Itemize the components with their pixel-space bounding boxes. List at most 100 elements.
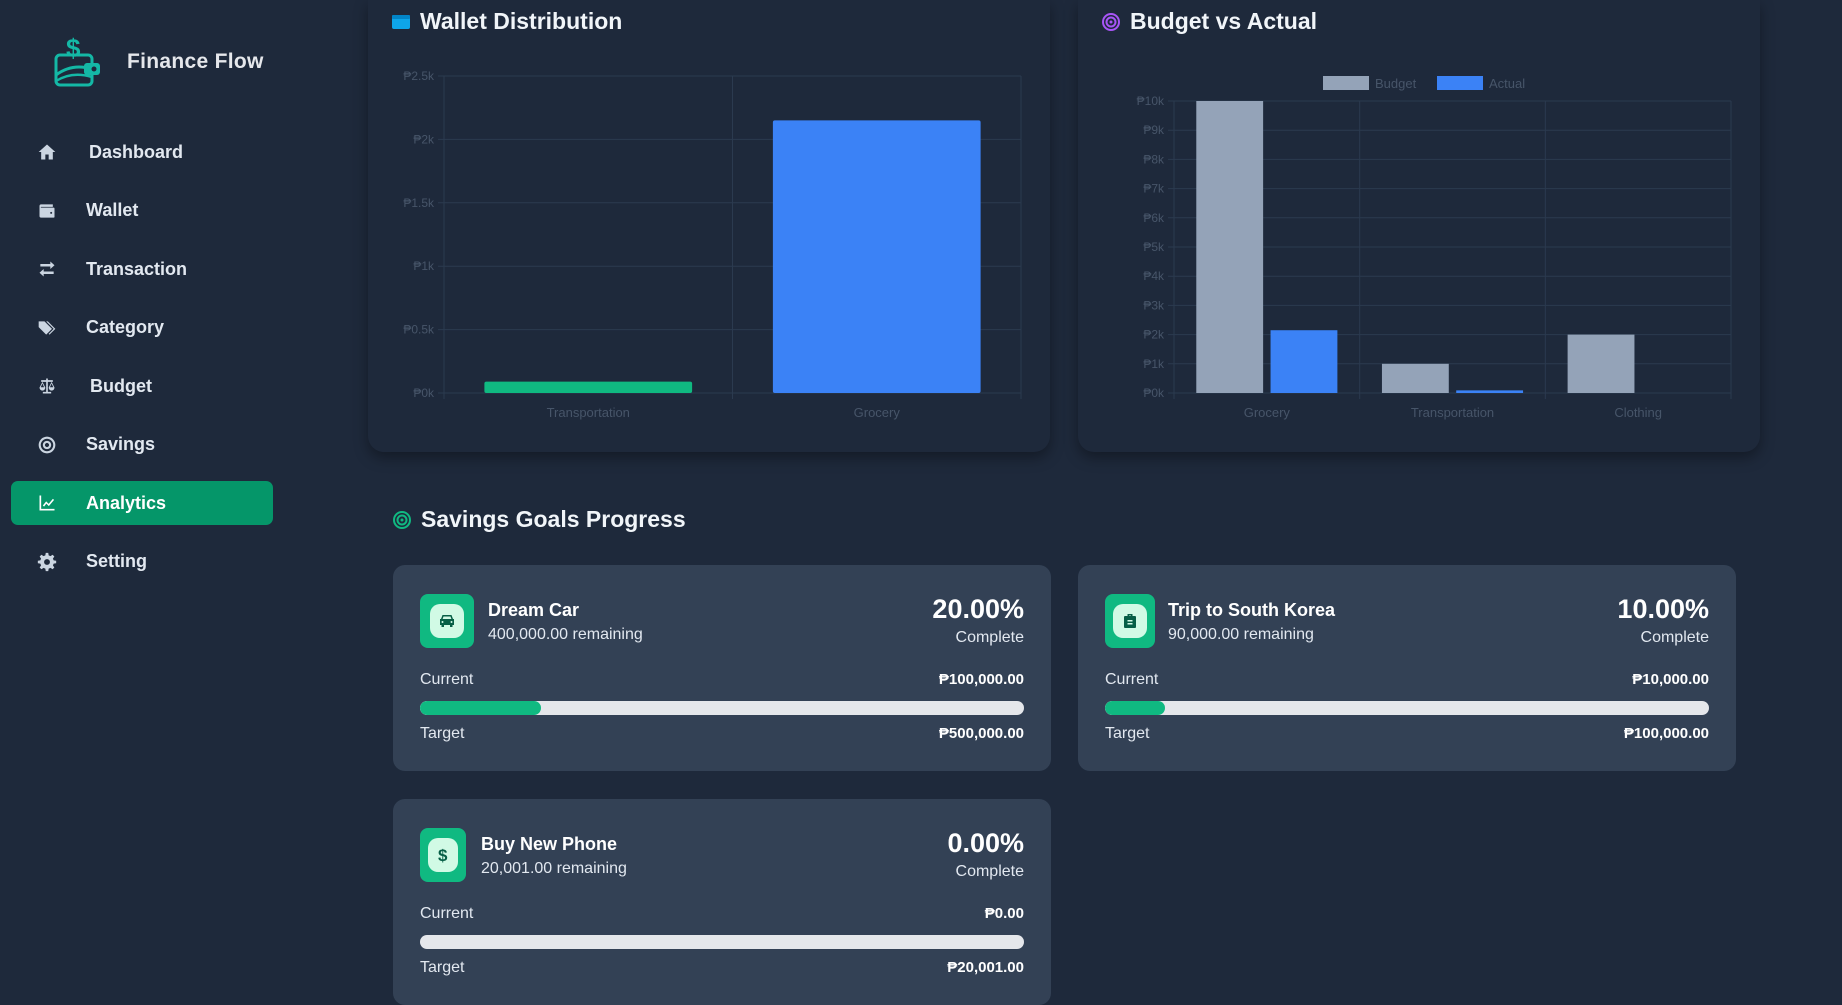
budget-vs-actual-panel: Budget vs Actual ₱0k ₱1k ₱2k ₱3k ₱4k ₱5k ₱6k ₱7… — [1078, 0, 1760, 452]
sidebar-item-dashboard[interactable]: Dashboard — [11, 130, 273, 174]
y-tick-label: ₱1k — [413, 259, 435, 273]
car-icon — [440, 615, 454, 627]
sidebar-item-category[interactable]: Category — [11, 306, 273, 350]
sidebar: $ Finance Flow Dashboard Wallet Transact… — [0, 0, 290, 972]
target-label: Target — [420, 725, 465, 742]
y-tick-label: ₱3k — [1143, 298, 1165, 312]
progress-bar — [420, 701, 1024, 715]
sidebar-item-wallet[interactable]: Wallet — [11, 189, 273, 233]
bar — [484, 381, 693, 393]
goal-icon-badge — [1105, 594, 1155, 648]
target-icon — [393, 510, 411, 529]
savings-goals-title: Savings Goals Progress — [393, 506, 686, 533]
current-value: ₱0.00 — [984, 905, 1024, 922]
progress-fill — [420, 701, 541, 715]
sidebar-item-label: Transaction — [86, 258, 188, 279]
x-tick-label: Transportation — [1411, 405, 1494, 420]
legend-swatch-budget — [1323, 76, 1369, 90]
goal-percent: 0.00% — [947, 828, 1024, 858]
target-label: Target — [420, 959, 465, 976]
exchange-icon — [35, 257, 59, 281]
tags-icon — [35, 316, 59, 340]
target-value: ₱20,001.00 — [947, 959, 1024, 976]
current-label: Current — [1105, 671, 1159, 688]
sidebar-item-label: Analytics — [86, 492, 167, 513]
progress-fill — [1105, 701, 1166, 715]
goal-name: Dream Car — [488, 600, 580, 620]
sidebar-item-label: Budget — [90, 375, 152, 396]
dollar-icon: $ — [438, 846, 448, 865]
app-name: Finance Flow — [127, 50, 264, 73]
sidebar-item-setting[interactable]: Setting — [11, 540, 273, 584]
goal-remaining: 90,000.00 remaining — [1168, 626, 1314, 643]
bar-actual — [1456, 390, 1524, 393]
y-tick-label: ₱4k — [1143, 269, 1165, 283]
current-label: Current — [420, 905, 474, 922]
budget-vs-actual-chart: ₱0k ₱1k ₱2k ₱3k ₱4k ₱5k ₱6k ₱7k ₱8k ₱9k ₱10k Grocer… — [1137, 76, 1732, 420]
goal-remaining: 400,000.00 remaining — [488, 626, 643, 643]
sidebar-item-transaction[interactable]: Transaction — [11, 247, 273, 291]
y-tick-label: ₱2k — [1143, 328, 1165, 342]
goal-complete-label: Complete — [955, 863, 1024, 880]
current-value: ₱100,000.00 — [938, 671, 1024, 688]
sidebar-item-analytics[interactable]: Analytics — [11, 481, 273, 525]
y-tick-label: ₱8k — [1143, 152, 1165, 166]
goal-icon-badge — [420, 594, 474, 648]
sidebar-item-label: Wallet — [86, 200, 139, 220]
target-icon — [35, 433, 59, 457]
y-tick-label: ₱6k — [1143, 211, 1165, 225]
savings-goal-card[interactable]: $ Buy New Phone 20,001.00 remaining 0.00… — [393, 799, 1051, 1005]
wallet-icon — [35, 199, 59, 223]
money-logo-icon: $ — [54, 33, 100, 87]
x-tick-label: Grocery — [854, 405, 901, 420]
target-value: ₱100,000.00 — [1623, 725, 1709, 742]
y-tick-label: ₱9k — [1143, 123, 1165, 137]
scale-icon — [35, 374, 59, 398]
y-tick-label: ₱1k — [1143, 357, 1165, 371]
y-tick-label: ₱1.5k — [403, 196, 435, 210]
sidebar-item-savings[interactable]: Savings — [11, 423, 273, 467]
suitcase-icon — [1124, 614, 1136, 628]
app-logo[interactable]: $ Finance Flow — [52, 33, 264, 91]
wallet-distribution-panel: Wallet Distribution ₱0k ₱0.5k ₱1k ₱1.5k ₱2k ₱… — [368, 0, 1050, 452]
home-icon — [35, 140, 59, 164]
goal-name: Buy New Phone — [481, 834, 618, 854]
y-tick-label: ₱0k — [413, 386, 435, 400]
goal-name: Trip to South Korea — [1168, 600, 1336, 620]
y-tick-label: ₱10k — [1137, 94, 1165, 108]
wallet-distribution-chart: ₱0k ₱0.5k ₱1k ₱1.5k ₱2k ₱2.5k Transportation Gr… — [403, 69, 1022, 420]
sidebar-nav: Dashboard Wallet Transaction Category Bu… — [11, 130, 273, 598]
x-tick-label: Clothing — [1614, 405, 1662, 420]
svg-text:$: $ — [66, 33, 81, 63]
sidebar-item-label: Savings — [86, 434, 156, 454]
goal-complete-label: Complete — [955, 629, 1024, 646]
bar-budget — [1381, 363, 1449, 393]
chart-line-icon — [35, 491, 59, 515]
section-title-text: Savings Goals Progress — [421, 506, 686, 532]
target-label: Target — [1105, 725, 1150, 742]
y-tick-label: ₱7k — [1143, 182, 1165, 196]
sidebar-item-label: Dashboard — [89, 141, 184, 162]
x-tick-label: Grocery — [1244, 405, 1291, 420]
current-label: Current — [420, 671, 474, 688]
savings-goal-card[interactable]: Trip to South Korea 90,000.00 remaining … — [1078, 565, 1736, 771]
x-tick-label: Transportation — [547, 405, 630, 420]
progress-bar — [1105, 701, 1709, 715]
savings-goal-card[interactable]: Dream Car 400,000.00 remaining 20.00% Co… — [393, 565, 1051, 771]
sidebar-item-label: Setting — [86, 551, 147, 571]
gear-icon — [35, 550, 59, 574]
bar-budget — [1196, 101, 1264, 393]
y-tick-label: ₱2.5k — [403, 69, 435, 83]
goal-percent: 20.00% — [932, 594, 1024, 624]
y-tick-label: ₱5k — [1143, 240, 1165, 254]
sidebar-item-budget[interactable]: Budget — [11, 364, 273, 408]
goal-percent: 10.00% — [1617, 594, 1709, 624]
goal-icon-badge: $ — [420, 828, 466, 882]
sidebar-item-label: Category — [86, 317, 165, 337]
y-tick-label: ₱2k — [413, 132, 435, 146]
progress-bar — [420, 935, 1024, 949]
legend-label: Actual — [1489, 76, 1525, 91]
bar — [772, 120, 981, 393]
bar-budget — [1567, 334, 1635, 393]
goal-remaining: 20,001.00 remaining — [481, 860, 627, 877]
